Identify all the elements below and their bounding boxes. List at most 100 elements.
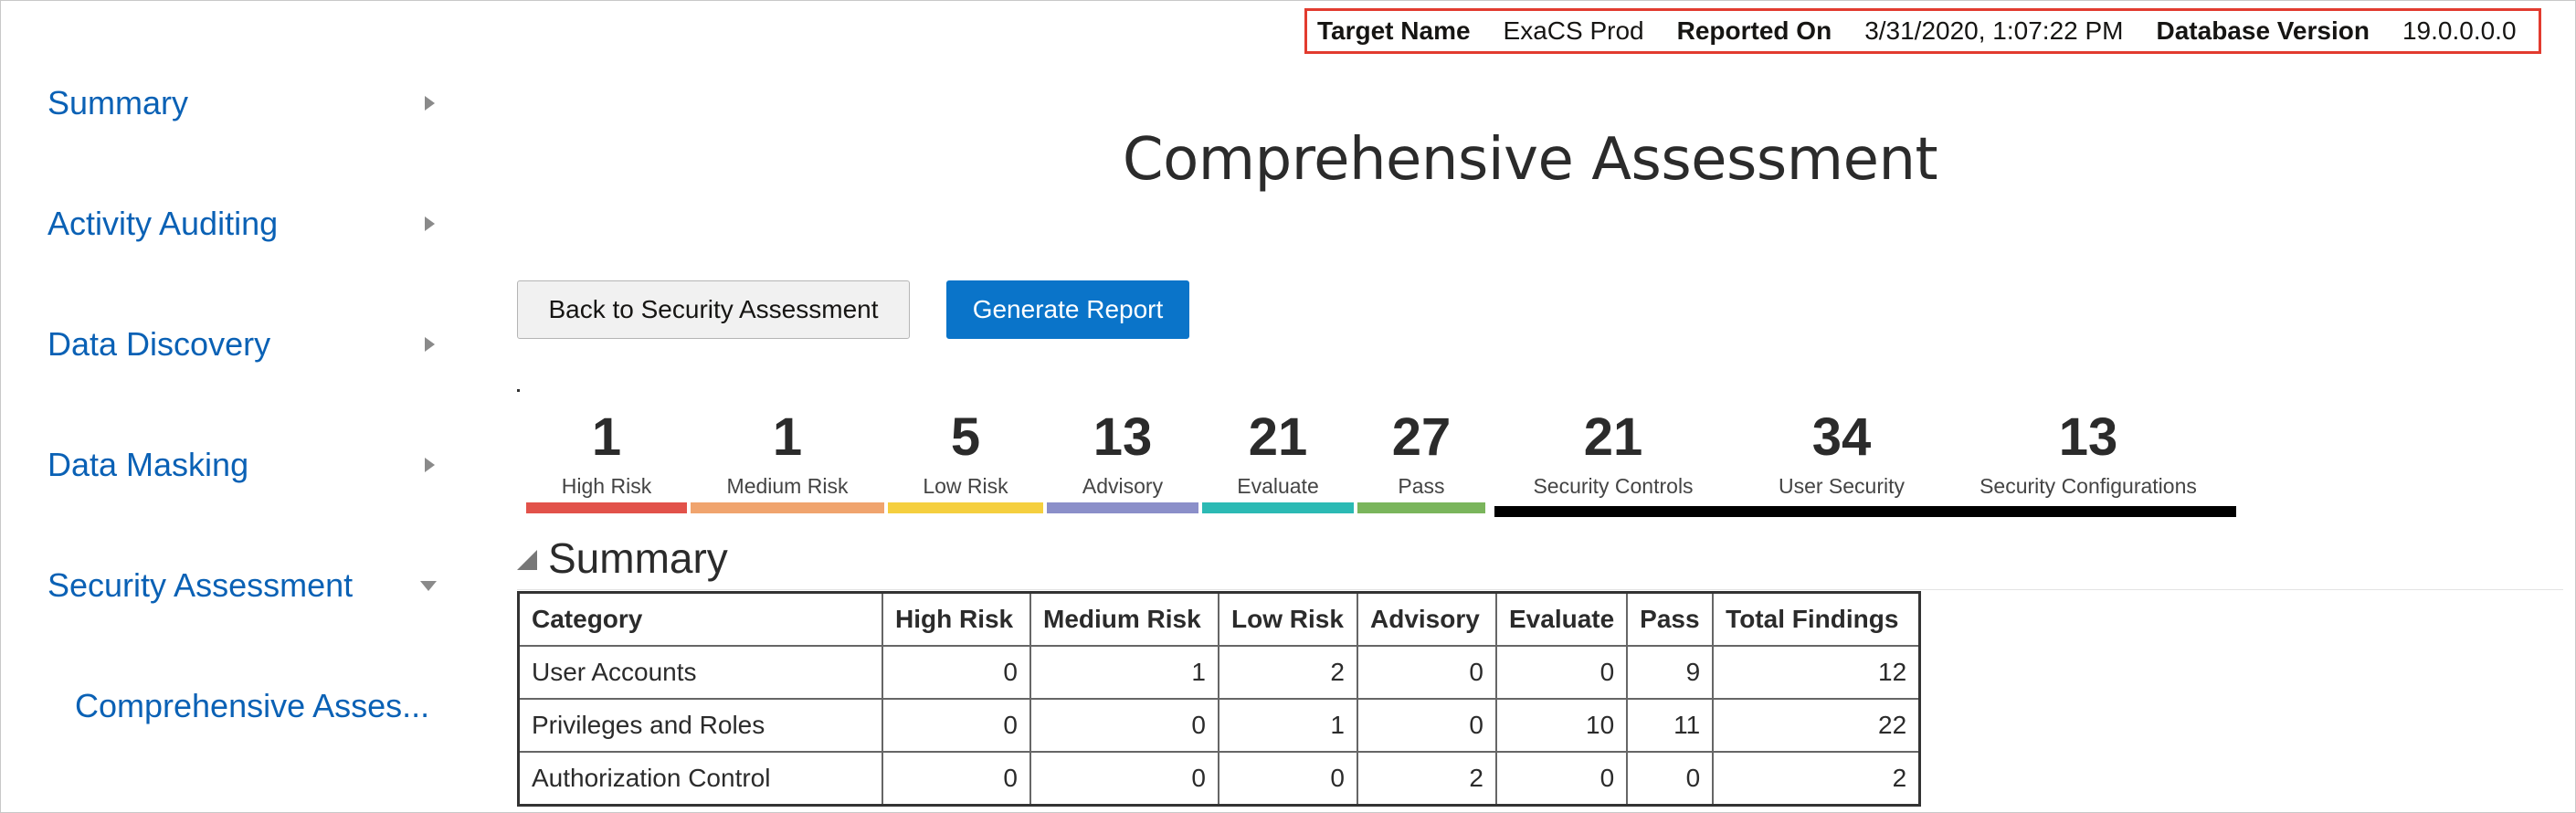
sidebar-item-security-assessment[interactable]: Security Assessment [48, 554, 440, 618]
stat-advisory[interactable]: 13 Advisory [1047, 406, 1198, 513]
sidebar-item-summary[interactable]: Summary [48, 71, 440, 135]
stat-label: Low Risk [923, 474, 1008, 498]
table-row: Authorization Control 0 0 0 2 0 0 2 [517, 751, 1921, 807]
table-cell: 2 [1712, 751, 1921, 807]
column-header: Low Risk [1218, 591, 1358, 647]
table-cell: Authorization Control [517, 751, 883, 807]
sidebar-item-data-masking[interactable]: Data Masking [48, 433, 440, 497]
table-cell: 1 [1218, 698, 1358, 753]
database-version-value: 19.0.0.0.0 [2402, 16, 2517, 45]
table-cell: 0 [1218, 751, 1358, 807]
column-header: Pass [1626, 591, 1715, 647]
security-categories-bar [1494, 506, 2236, 517]
page-title: Comprehensive Assessment [1122, 126, 1938, 194]
table-cell: 0 [882, 751, 1031, 807]
stat-security-configurations[interactable]: 13 Security Configurations [1960, 406, 2216, 499]
table-cell: 1 [1029, 645, 1219, 700]
chevron-right-icon [425, 96, 435, 111]
stat-value: 1 [591, 407, 622, 467]
chevron-right-icon [425, 216, 435, 231]
stat-value: 1 [772, 407, 803, 467]
sidebar-subitem-comprehensive-assessment[interactable]: Comprehensive Asses... [75, 674, 440, 738]
sidebar-item-activity-auditing[interactable]: Activity Auditing [48, 192, 440, 256]
report-info-box: Target Name ExaCS Prod Reported On 3/31/… [1304, 8, 2541, 54]
stray-dot [517, 389, 520, 392]
stat-user-security[interactable]: 34 User Security [1741, 406, 1942, 499]
sidebar-item-label: Security Assessment [48, 566, 354, 604]
back-to-security-assessment-button[interactable]: Back to Security Assessment [517, 280, 910, 339]
column-header: High Risk [882, 591, 1031, 647]
table-cell: 0 [1494, 645, 1629, 700]
stat-high-risk[interactable]: 1 High Risk [526, 406, 687, 513]
table-cell: 0 [1357, 645, 1497, 700]
table-cell: 10 [1494, 698, 1629, 753]
table-row: Privileges and Roles 0 0 1 0 10 11 22 [517, 698, 1921, 753]
stat-value: 5 [950, 407, 981, 467]
sidebar-item-label: Activity Auditing [48, 205, 279, 242]
stat-low-risk[interactable]: 5 Low Risk [888, 406, 1043, 513]
table-cell: 2 [1357, 751, 1497, 807]
table-cell: 0 [882, 698, 1031, 753]
stat-label: User Security [1778, 474, 1906, 498]
table-cell: 0 [1357, 698, 1497, 753]
stat-pass[interactable]: 27 Pass [1357, 406, 1485, 513]
stat-value: 13 [2058, 407, 2118, 467]
stat-label: High Risk [561, 474, 652, 498]
table-cell: Privileges and Roles [517, 698, 883, 753]
stat-value: 21 [1583, 407, 1643, 467]
stat-value: 21 [1248, 407, 1308, 467]
stat-value: 34 [1811, 407, 1872, 467]
summary-section-header[interactable]: Summary [517, 533, 728, 583]
stat-color-bar [1357, 502, 1485, 513]
chevron-right-icon [425, 458, 435, 472]
table-cell: 0 [1029, 698, 1219, 753]
table-cell: 0 [1626, 751, 1715, 807]
generate-report-button[interactable]: Generate Report [946, 280, 1189, 339]
reported-on-value: 3/31/2020, 1:07:22 PM [1864, 16, 2124, 45]
column-header: Medium Risk [1029, 591, 1219, 647]
stat-medium-risk[interactable]: 1 Medium Risk [691, 406, 884, 513]
target-name-label: Target Name [1317, 16, 1471, 45]
table-cell: 9 [1626, 645, 1715, 700]
stat-label: Medium Risk [726, 474, 849, 498]
reported-on-label: Reported On [1676, 16, 1832, 45]
sidebar-item-data-discovery[interactable]: Data Discovery [48, 312, 440, 376]
table-row: User Accounts 0 1 2 0 0 9 12 [517, 645, 1921, 700]
column-header: Category [517, 591, 883, 647]
stat-color-bar [1202, 502, 1354, 513]
section-divider [517, 589, 2563, 590]
stat-color-bar [888, 502, 1043, 513]
database-version-label: Database Version [2156, 16, 2370, 45]
table-cell: 0 [1494, 751, 1629, 807]
table-cell: 11 [1626, 698, 1715, 753]
table-cell: 0 [1029, 751, 1219, 807]
column-header: Advisory [1357, 591, 1497, 647]
section-title: Summary [548, 534, 728, 582]
sidebar-subitem-label: Comprehensive Asses... [75, 687, 430, 724]
table-header-row: Category High Risk Medium Risk Low Risk … [517, 591, 1921, 647]
column-header: Evaluate [1494, 591, 1629, 647]
target-name-value: ExaCS Prod [1503, 16, 1644, 45]
table-cell: 22 [1712, 698, 1921, 753]
collapse-triangle-icon[interactable] [517, 550, 537, 570]
stat-value: 27 [1391, 407, 1452, 467]
stat-label: Advisory [1082, 474, 1164, 498]
table-cell: 0 [882, 645, 1031, 700]
sidebar-item-label: Data Masking [48, 446, 249, 483]
stat-label: Evaluate [1237, 474, 1319, 498]
stat-evaluate[interactable]: 21 Evaluate [1202, 406, 1354, 513]
stat-security-controls[interactable]: 21 Security Controls [1504, 406, 1723, 499]
stat-label: Security Configurations [1980, 474, 2197, 498]
table-cell: User Accounts [517, 645, 883, 700]
sidebar-item-label: Summary [48, 84, 189, 121]
stat-color-bar [691, 502, 884, 513]
table-cell: 2 [1218, 645, 1358, 700]
stat-color-bar [1047, 502, 1198, 513]
stat-color-bar [526, 502, 687, 513]
stat-label: Pass [1398, 474, 1445, 498]
stat-label: Security Controls [1533, 474, 1694, 498]
chevron-right-icon [425, 337, 435, 352]
sidebar-item-label: Data Discovery [48, 325, 271, 363]
chevron-down-icon [420, 580, 437, 591]
table-cell: 12 [1712, 645, 1921, 700]
